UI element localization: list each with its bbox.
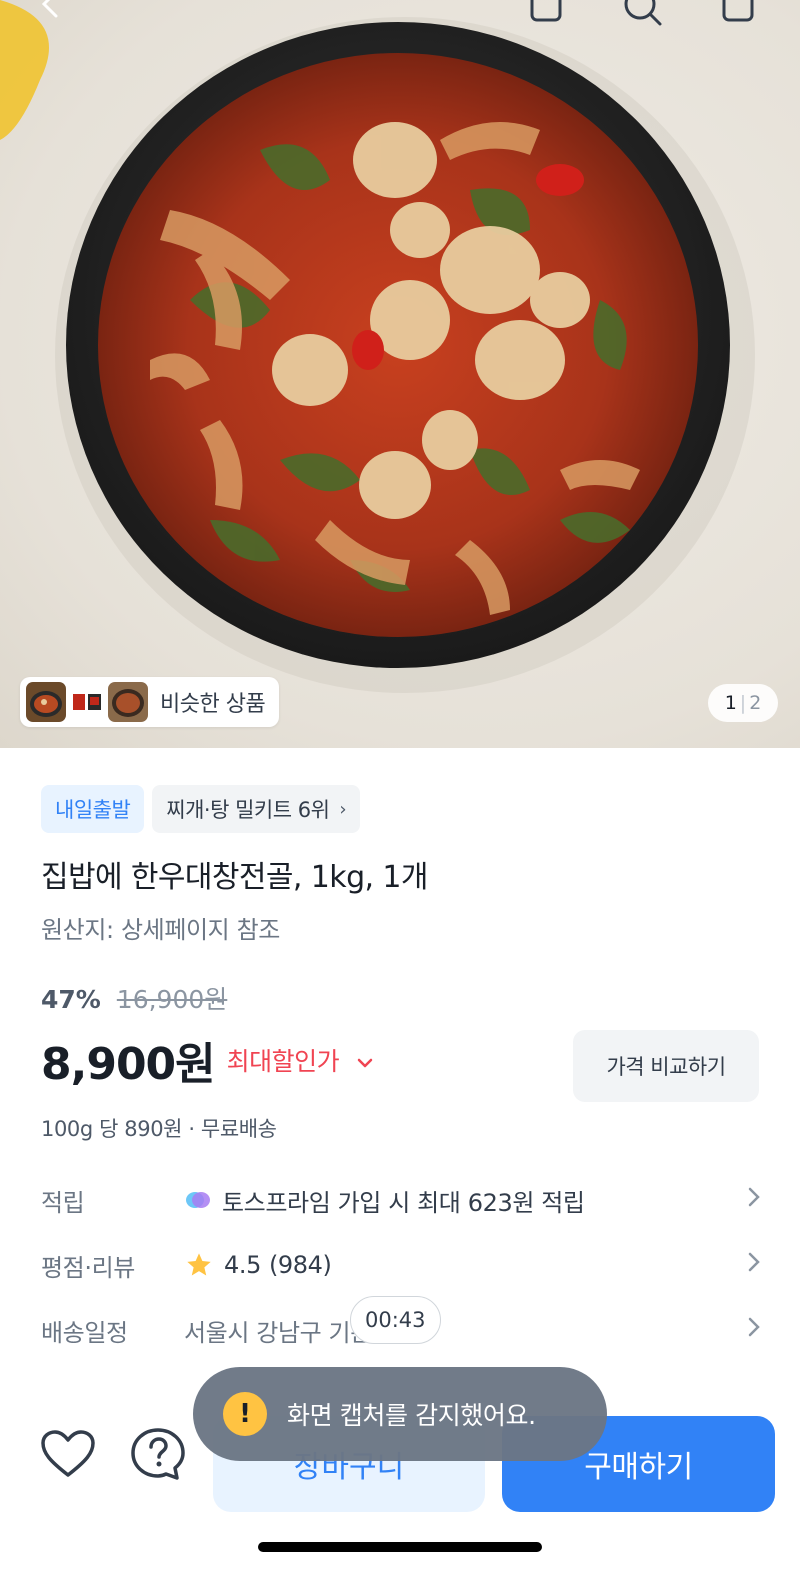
similar-product-thumb-1 [26,682,66,722]
delivery-badge: 내일출발 [41,785,145,833]
sale-price: 8,900원 [41,1039,216,1090]
pager-current: 1 [724,692,737,714]
points-label: 적립 [41,1188,85,1217]
price-row: 8,900원 최대할인가 [41,1028,373,1092]
warning-icon: ! [223,1392,267,1436]
similar-products-label: 비슷한 상품 [160,692,266,717]
chevron-right-icon [737,1251,761,1279]
similar-products-button[interactable]: 비슷한 상품 [20,677,280,727]
product-image-carousel[interactable]: 비슷한 상품 1 | 2 [0,0,800,748]
question-bubble-icon [131,1428,185,1480]
chevron-right-icon: › [339,798,347,820]
chevron-right-icon [737,1316,761,1344]
share-icon[interactable] [524,0,568,30]
discount-info: 47% 16,900원 [41,980,227,1016]
discount-rate: 47% [41,985,101,1014]
rating-score: 4.5 [224,1251,261,1279]
recording-timer: 00:43 [350,1296,441,1344]
search-icon[interactable] [620,0,664,30]
unit-price: 100g 당 890원 · 무료배송 [41,1117,277,1141]
product-title: 집밥에 한우대창전골, 1kg, 1개 [41,860,428,895]
original-price: 16,900원 [116,985,228,1014]
product-origin: 원산지: 상세페이지 참조 [41,916,280,944]
delivery-location: 서울시 강남구 기준 [184,1318,372,1347]
image-pager: 1 | 2 [708,684,778,722]
wishlist-button[interactable] [38,1424,98,1484]
home-indicator [258,1542,542,1552]
max-discount-toggle[interactable]: 최대할인가 [227,1042,373,1078]
product-badges: 내일출발 찌개·탕 밀키트 6위 › [41,785,361,833]
chevron-down-icon [357,1058,372,1068]
ranking-badge[interactable]: 찌개·탕 밀키트 6위 › [152,785,361,833]
max-discount-label: 최대할인가 [226,1047,340,1076]
heart-icon [41,1430,95,1477]
chevron-right-icon [737,1186,761,1214]
similar-product-thumb-2 [70,688,104,716]
points-row[interactable]: 적립 토스프라임 가입 시 최대 623원 적립 [41,1175,761,1225]
toast-message: 화면 캡처를 감지했어요. [287,1401,536,1430]
cart-icon[interactable] [716,0,760,30]
rating-row[interactable]: 평점·리뷰 4.5 (984) [41,1240,761,1290]
screenshot-toast: ! 화면 캡처를 감지했어요. [193,1367,607,1461]
rating-label: 평점·리뷰 [41,1253,135,1282]
compare-price-button[interactable]: 가격 비교하기 [573,1030,759,1102]
pager-total: 2 [749,692,762,714]
back-arrow-icon[interactable] [30,0,70,28]
points-value: 토스프라임 가입 시 최대 623원 적립 [222,1188,585,1217]
similar-product-thumb-3 [108,682,148,722]
product-photo [0,0,755,693]
inquiry-button[interactable] [128,1424,188,1484]
ranking-label: 찌개·탕 밀키트 6위 [166,798,330,822]
delivery-schedule-label: 배송일정 [41,1318,128,1347]
review-count: (984) [268,1251,332,1279]
pager-separator: | [739,692,747,714]
toss-prime-icon [184,1189,212,1211]
star-icon [184,1251,214,1279]
